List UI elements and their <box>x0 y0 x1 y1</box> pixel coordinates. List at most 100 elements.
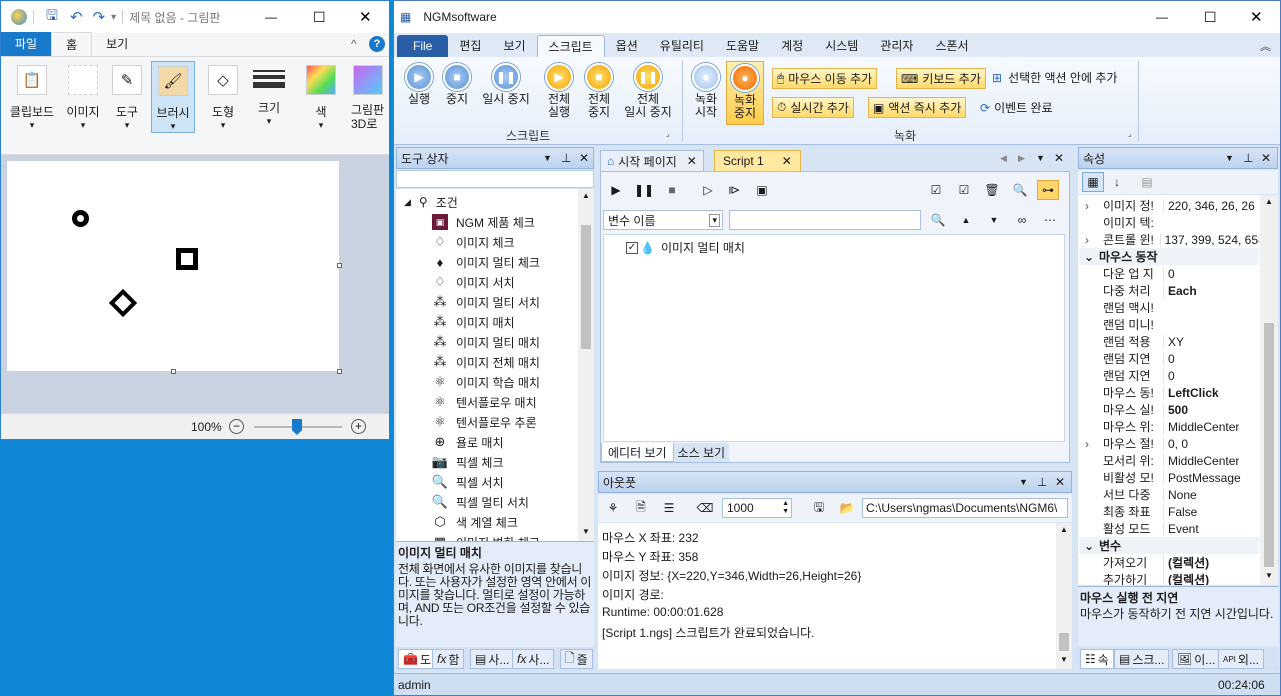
property-row[interactable]: 랜덤 적용 XY <box>1079 333 1259 350</box>
toolbox-item[interactable]: ♢ 이미지 서치 <box>432 272 514 292</box>
property-value[interactable]: Each <box>1163 283 1197 298</box>
property-row[interactable]: 가져오기 (컬렉션) <box>1079 554 1259 571</box>
variable-search-input[interactable] <box>729 210 921 230</box>
menu-utility[interactable]: 유틸리티 <box>649 35 715 57</box>
toolbox-item[interactable]: 📷 픽셀 체크 <box>432 452 504 472</box>
toolbox-item[interactable]: ▦ 이미지 변화 체크 <box>432 532 540 541</box>
output-folder-icon[interactable]: 📂 <box>836 498 858 518</box>
property-row[interactable]: 다중 처리 Each <box>1079 282 1259 299</box>
output-scrollbar[interactable]: ▲ ▼ <box>1056 523 1072 669</box>
toolbox-item[interactable]: ⁂ 이미지 멀티 매치 <box>432 332 540 352</box>
property-row[interactable]: 모서리 위: MiddleCenter <box>1079 452 1259 469</box>
checkbox-checked-icon[interactable]: ✓ <box>626 241 638 254</box>
property-value[interactable]: 137, 399, 524, 658 <box>1159 232 1259 247</box>
property-value[interactable]: 0 <box>1163 351 1175 366</box>
redo-icon[interactable]: ↷ <box>93 8 106 26</box>
property-value[interactable]: None <box>1163 487 1197 502</box>
resize-handle[interactable] <box>171 369 176 374</box>
expand-arrow-icon[interactable]: › <box>1085 233 1089 247</box>
property-row[interactable]: 콘트롤 윈! 137, 399, 524, 658 › <box>1079 231 1259 248</box>
properties-close-icon[interactable]: ✕ <box>1261 151 1271 165</box>
property-row[interactable]: 최종 좌표 False <box>1079 503 1259 520</box>
eraser-icon[interactable]: ⌫ <box>694 498 716 518</box>
property-value[interactable]: (컬렉션) <box>1163 554 1209 571</box>
minimize-button[interactable]: — <box>265 10 277 24</box>
menu-view[interactable]: 보기 <box>492 35 536 57</box>
property-value[interactable]: Event <box>1163 521 1199 536</box>
event-done-button[interactable]: ⟳ 이벤트 완료 <box>980 99 1053 116</box>
toolbox-item[interactable]: ⁂ 이미지 매치 <box>432 312 515 332</box>
step-into-icon[interactable]: ⧐ <box>723 180 745 200</box>
tab-close-icon[interactable]: ✕ <box>782 154 792 168</box>
zoom-out-button[interactable]: − <box>229 419 244 434</box>
property-category[interactable]: ⌄ 변수 <box>1079 537 1259 554</box>
scroll-thumb[interactable] <box>1059 633 1069 651</box>
toolbox-pin-icon[interactable]: ⊥ <box>561 151 571 165</box>
property-value[interactable]: XY <box>1163 334 1184 349</box>
run-button[interactable]: ▶ 실행 <box>402 63 436 106</box>
expand-arrow-icon[interactable]: › <box>1085 437 1089 451</box>
toolbox-item[interactable]: ♢ 이미지 체크 <box>432 232 514 252</box>
tree-view-icon[interactable]: ⊶ <box>1037 180 1059 200</box>
tab-file[interactable]: 파일 <box>1 32 52 56</box>
close-button[interactable]: ✕ <box>359 8 372 26</box>
chevron-down-icon[interactable]: ⌄ <box>1079 539 1099 553</box>
property-value[interactable]: 0 <box>1163 368 1175 383</box>
step-over-icon[interactable]: ▣ <box>751 180 773 200</box>
move-down-icon[interactable]: ▼ <box>983 210 1005 230</box>
properties-pin-icon[interactable]: ⊥ <box>1243 151 1253 165</box>
pause-button[interactable]: ❚❚ 일시 중지 <box>478 63 534 106</box>
toolbox-item[interactable]: ♦ 이미지 멀티 체크 <box>432 252 540 272</box>
check-icon[interactable]: ☑ <box>953 180 975 200</box>
collapse-arrow-icon[interactable]: ◢ <box>404 197 411 208</box>
search-icon[interactable]: 🔍 <box>927 210 949 230</box>
expand-arrow-icon[interactable]: › <box>1085 199 1089 213</box>
ngm-close-button[interactable]: ✕ <box>1250 8 1263 26</box>
property-value[interactable]: 500 <box>1163 402 1188 417</box>
move-up-icon[interactable]: ▲ <box>955 210 977 230</box>
maximize-button[interactable]: ☐ <box>313 9 326 26</box>
scroll-down-icon[interactable]: ▼ <box>1265 571 1273 580</box>
property-value[interactable]: 220, 346, 26, 26 <box>1163 198 1255 213</box>
script-group-expander-icon[interactable]: ⌟ <box>666 129 670 138</box>
toolbox-tab[interactable]: 🧰 도 <box>398 649 436 669</box>
property-row[interactable]: 이미지 텍: <box>1079 214 1259 231</box>
property-row[interactable]: 랜덤 미니! <box>1079 316 1259 333</box>
add-mouse-move-button[interactable]: 🖱 마우스 이동 추가 <box>772 68 878 89</box>
tab-list-icon[interactable]: ▼ <box>1036 153 1045 163</box>
pause-all-button[interactable]: ❚❚ 전체 일시 중지 <box>620 63 676 119</box>
loop-icon[interactable]: ∞ <box>1011 210 1033 230</box>
toolbox-item[interactable]: ▣ NGM 제품 체크 <box>432 212 535 232</box>
stop-button[interactable]: ■ 중지 <box>440 63 474 106</box>
record-stop-button[interactable]: ● 녹화 중지 <box>726 61 764 125</box>
toolbox-dropdown-icon[interactable]: ▼ <box>543 153 552 163</box>
menu-script[interactable]: 스크립트 <box>536 35 605 57</box>
property-value[interactable]: (컬렉션) <box>1163 571 1209 585</box>
image-tab[interactable]: 🖼 이... <box>1172 649 1221 669</box>
toolbox-item[interactable]: ⚛ 이미지 학습 매치 <box>432 372 540 392</box>
property-row[interactable]: 마우스 위: MiddleCenter <box>1079 418 1259 435</box>
user-function-tab[interactable]: fx 사... <box>512 649 555 669</box>
property-value[interactable]: MiddleCenter <box>1163 419 1239 434</box>
add-action-now-button[interactable]: ▣ 액션 즉시 추가 <box>868 97 967 118</box>
resize-handle[interactable] <box>337 263 342 268</box>
collapse-ribbon-icon[interactable]: ^ <box>351 37 357 51</box>
stop-all-button[interactable]: ■ 전체 중지 <box>582 63 616 119</box>
shapes-group[interactable]: ◇ 도형 ▾ <box>203 61 243 149</box>
property-row[interactable]: 활성 모드 Event <box>1079 520 1259 537</box>
more-icon[interactable]: ⋯ <box>1039 210 1061 230</box>
property-category[interactable]: ⌄ 마우스 동작 <box>1079 248 1259 265</box>
check-all-icon[interactable]: ☑ <box>925 180 947 200</box>
scroll-down-icon[interactable]: ▼ <box>582 527 590 536</box>
ribbon-collapse-icon[interactable]: ︽ <box>1260 38 1271 54</box>
zoom-in-button[interactable]: + <box>351 419 366 434</box>
script-tree-item[interactable]: ✓ 💧 이미지 멀티 매치 <box>626 239 745 256</box>
scroll-thumb[interactable] <box>1264 323 1274 567</box>
output-doc-icon[interactable]: 🗎 <box>630 498 652 518</box>
menu-sponsor[interactable]: 스폰서 <box>924 35 979 57</box>
output-close-icon[interactable]: ✕ <box>1055 475 1065 489</box>
clipboard-group[interactable]: 📋 클립보드 ▾ <box>7 61 57 149</box>
zoom-slider[interactable] <box>254 419 342 435</box>
toolbox-item[interactable]: 🔍 픽셀 서치 <box>432 472 504 492</box>
output-wrap-icon[interactable]: ☰ <box>658 498 680 518</box>
